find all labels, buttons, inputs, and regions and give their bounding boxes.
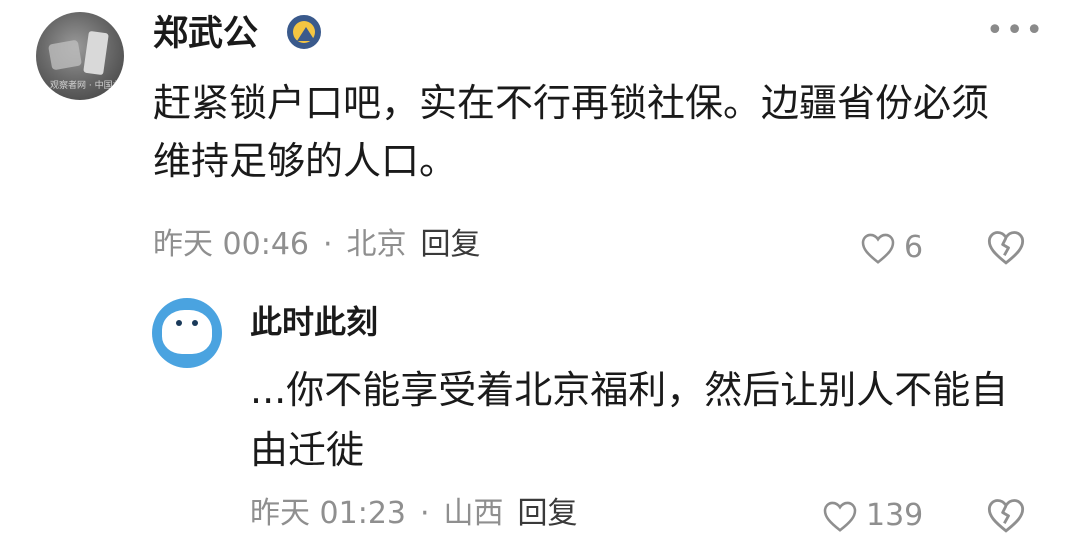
reply-time: 昨天 01:23 xyxy=(250,496,406,531)
username[interactable]: 郑武公 xyxy=(153,12,258,56)
avatar-eye xyxy=(192,320,198,326)
comment-text: 赶紧锁户口吧，实在不行再锁社保。边疆省份必须维持足够的人口。 xyxy=(153,81,990,183)
heart-outline-icon xyxy=(861,233,895,264)
meta-separator: · xyxy=(323,227,333,262)
reply-text: ...你不能享受着北京福利，然后让别人不能自由迁徙 xyxy=(250,368,1009,472)
verified-badge-icon xyxy=(287,15,321,49)
comment-meta: 昨天 00:46 · 北京 回复 xyxy=(153,225,481,265)
comment-location: 北京 xyxy=(346,227,407,262)
dislike-button[interactable] xyxy=(986,496,1026,538)
avatar-image-detail xyxy=(47,39,83,71)
comment-time: 昨天 00:46 xyxy=(153,227,309,262)
reply-button[interactable]: 回复 xyxy=(518,496,578,531)
like-count: 139 xyxy=(866,498,924,533)
avatar-eye xyxy=(176,320,182,326)
avatar-image-detail xyxy=(83,30,109,76)
avatar-caption: 观察者网 · 中国北京 xyxy=(50,81,124,91)
avatar[interactable]: 观察者网 · 中国北京 xyxy=(36,12,124,100)
broken-heart-icon xyxy=(987,499,1025,533)
reply-meta: 昨天 01:23 · 山西 回复 xyxy=(250,494,578,534)
heart-outline-icon xyxy=(823,501,857,532)
meta-separator: · xyxy=(420,496,430,531)
reply-location: 山西 xyxy=(443,496,504,531)
avatar-face xyxy=(162,310,212,354)
dislike-button[interactable] xyxy=(986,228,1026,270)
like-count: 6 xyxy=(904,230,924,265)
reply-button[interactable]: 回复 xyxy=(421,227,481,262)
reply-avatar[interactable] xyxy=(152,298,222,368)
reply-username[interactable]: 此时此刻 xyxy=(250,300,378,344)
like-button[interactable]: 6 xyxy=(860,228,923,268)
broken-heart-icon xyxy=(987,231,1025,265)
like-button[interactable]: 139 xyxy=(822,496,923,536)
more-horizontal-icon[interactable]: ••• xyxy=(986,16,1045,46)
